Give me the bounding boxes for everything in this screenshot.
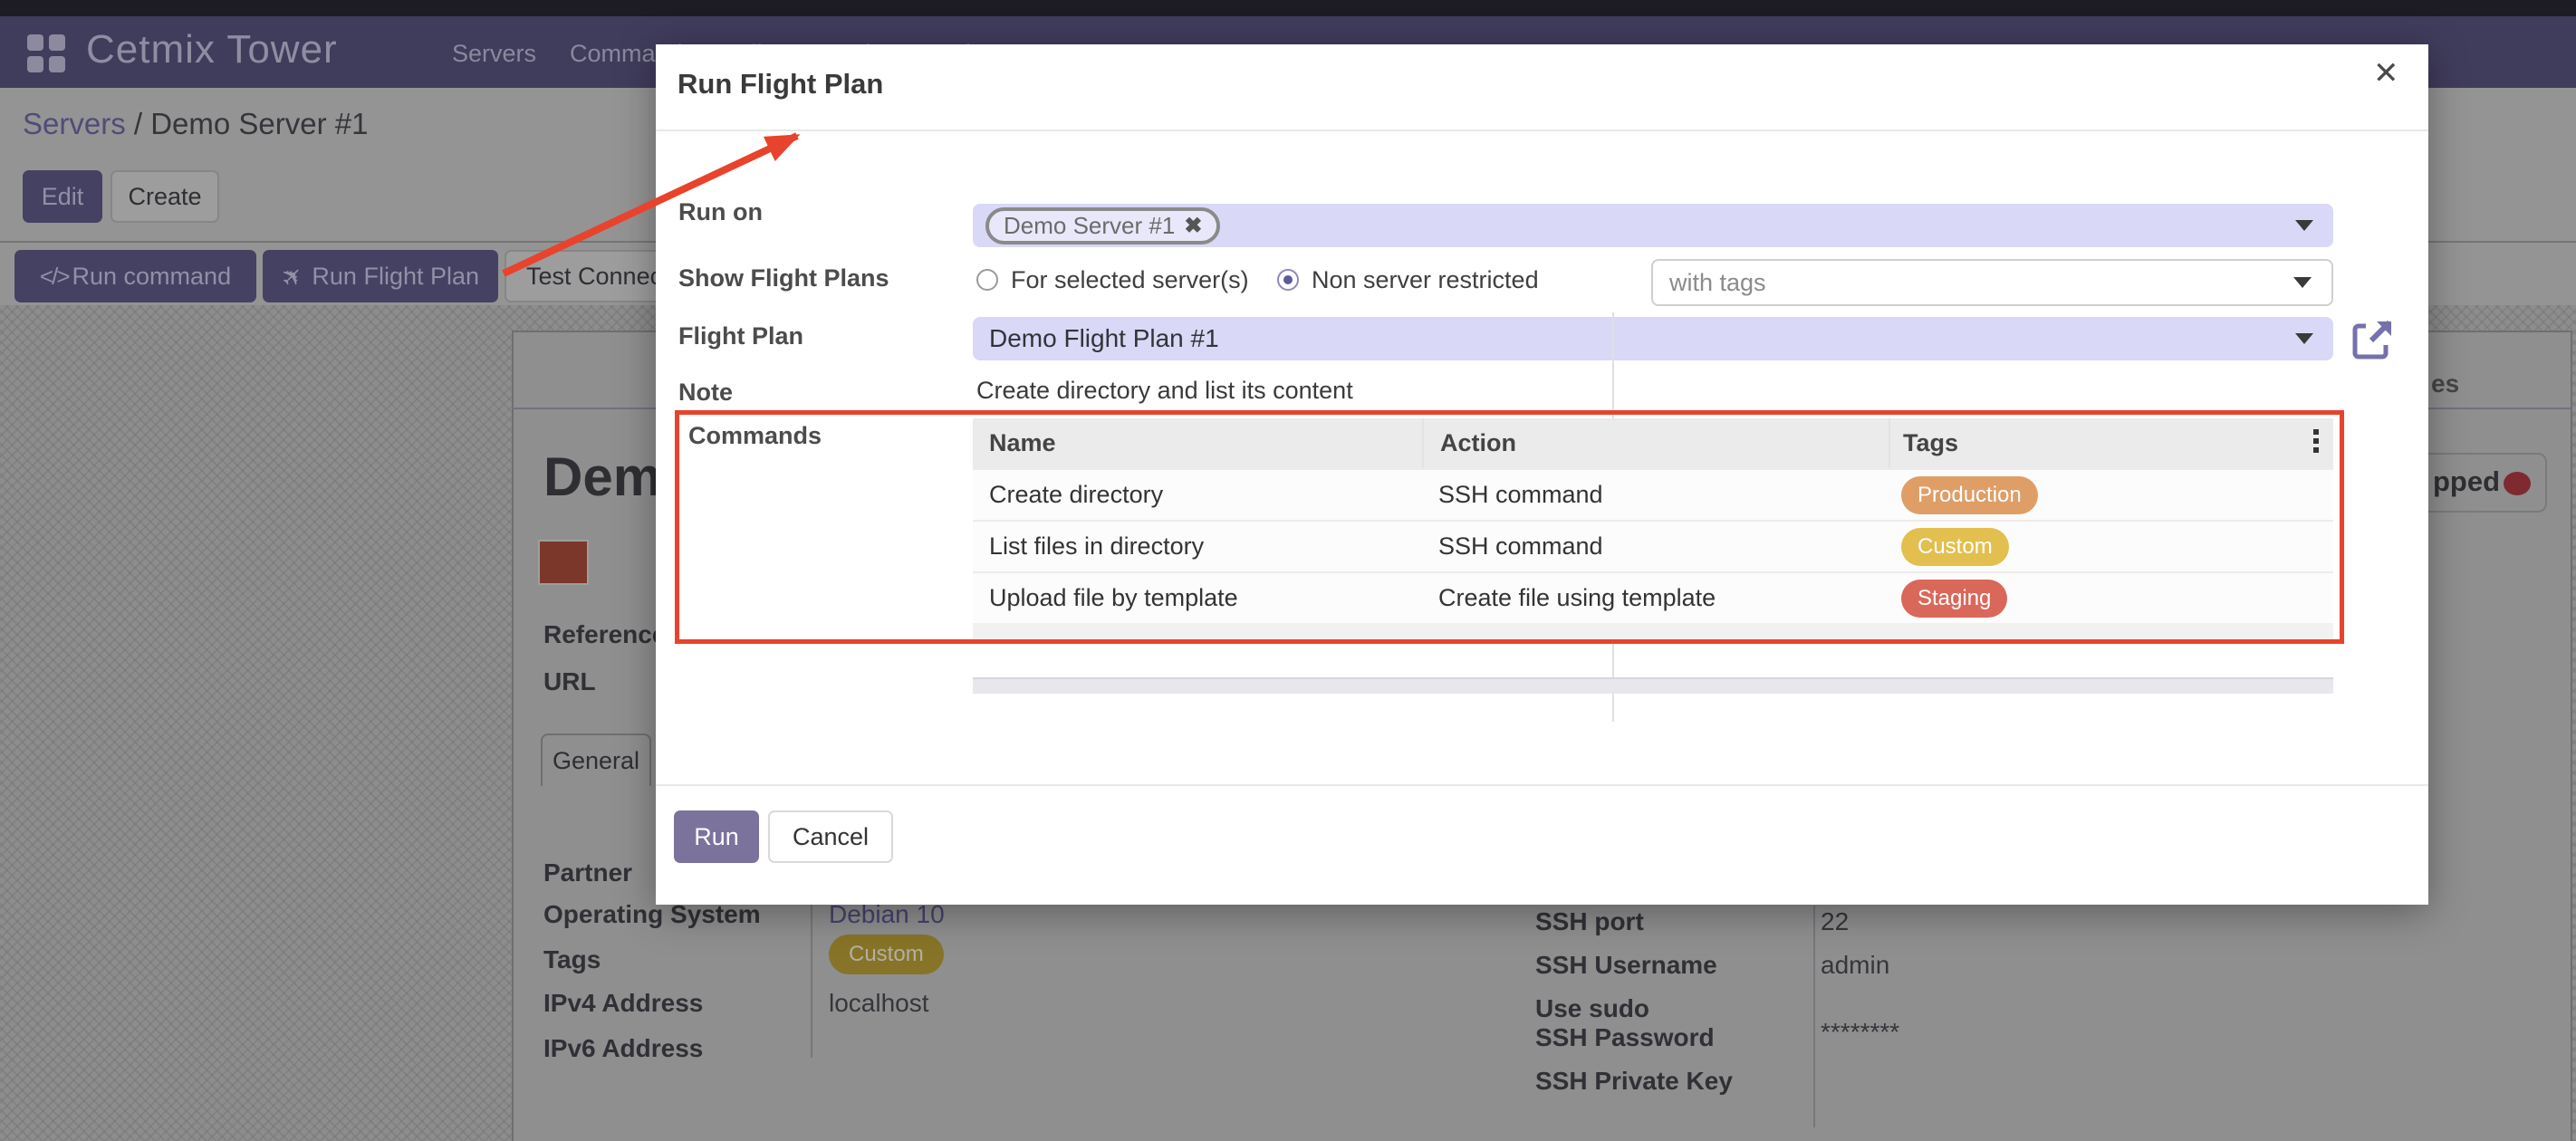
ssh-port-label: SSH port — [1535, 907, 1644, 936]
radio-non-server-restricted[interactable] — [1277, 269, 1299, 291]
external-link-icon[interactable] — [2351, 319, 2395, 360]
dropdown-caret-icon[interactable] — [2295, 220, 2313, 231]
code-icon: </> — [40, 263, 69, 291]
ipv4-value: localhost — [829, 989, 929, 1018]
ssh-password-label: SSH Password — [1535, 1023, 1715, 1052]
plane-icon: ✈ — [274, 258, 311, 294]
dropdown-caret-icon[interactable] — [2293, 277, 2312, 288]
radio-for-selected-servers-label[interactable]: For selected server(s) — [1011, 266, 1249, 294]
breadcrumb: Servers / Demo Server #1 — [23, 107, 368, 141]
breadcrumb-separator: / — [126, 107, 151, 140]
apps-grid-icon[interactable] — [27, 34, 69, 72]
tab-general[interactable]: General — [541, 734, 651, 786]
partner-label: Partner — [543, 858, 632, 887]
create-button[interactable]: Create — [111, 170, 219, 223]
horizontal-scrollbar[interactable] — [973, 677, 2333, 694]
ssh-password-value: ******** — [1821, 1018, 1899, 1047]
dialog-footer-divider — [656, 784, 2428, 786]
run-command-button[interactable]: </> Run command — [14, 250, 256, 302]
show-flight-plans-label: Show Flight Plans — [678, 264, 889, 292]
nav-item-servers[interactable]: Servers — [452, 40, 536, 68]
breadcrumb-record: Demo Server #1 — [150, 107, 368, 140]
run-flight-plan-label: Run Flight Plan — [312, 263, 479, 291]
tag-badge-custom: Custom — [829, 935, 944, 974]
ssh-username-value: admin — [1821, 951, 1889, 980]
dialog-header-divider — [656, 129, 2428, 131]
server-status-text-fragment: pped — [2433, 465, 2500, 498]
run-on-field[interactable]: Demo Server #1 ✖ — [973, 204, 2333, 247]
dropdown-caret-icon[interactable] — [2295, 333, 2313, 344]
use-sudo-label: Use sudo — [1535, 994, 1649, 1023]
tags-label: Tags — [543, 945, 601, 974]
flight-plan-field[interactable]: Demo Flight Plan #1 — [973, 317, 2333, 360]
with-tags-select[interactable]: with tags — [1651, 259, 2333, 306]
ssh-username-label: SSH Username — [1535, 951, 1717, 980]
cancel-button[interactable]: Cancel — [768, 810, 893, 863]
ipv4-label: IPv4 Address — [543, 989, 703, 1018]
radio-for-selected-servers[interactable] — [976, 269, 998, 291]
app-brand[interactable]: Cetmix Tower — [86, 27, 338, 72]
right-fields-separator — [1813, 906, 1815, 1127]
server-status-dot — [2504, 472, 2531, 495]
test-connection-button[interactable]: Test Connec — [505, 250, 668, 302]
ssh-private-key-label: SSH Private Key — [1535, 1067, 1733, 1096]
server-color-swatch[interactable] — [538, 540, 589, 585]
note-label: Note — [678, 379, 733, 407]
run-flight-plan-button[interactable]: ✈ Run Flight Plan — [263, 250, 498, 302]
run-command-label: Run command — [72, 263, 232, 291]
close-icon[interactable]: ✕ — [2373, 55, 2399, 91]
radio-non-server-restricted-label[interactable]: Non server restricted — [1312, 266, 1539, 294]
flight-plan-label: Flight Plan — [678, 322, 803, 350]
run-button[interactable]: Run — [674, 810, 759, 863]
annotation-highlight-rectangle — [675, 410, 2344, 644]
browser-top-strip — [0, 0, 2576, 16]
note-value: Create directory and list its content — [976, 377, 1353, 405]
breadcrumb-servers-link[interactable]: Servers — [23, 107, 126, 140]
stat-button-text-fragment[interactable]: es — [2431, 369, 2459, 398]
screen: Cetmix Tower Servers Commands Files Tool… — [0, 0, 2576, 1141]
with-tags-placeholder: with tags — [1669, 269, 1766, 297]
server-tag-pill[interactable]: Demo Server #1 ✖ — [985, 207, 1220, 244]
edit-button[interactable]: Edit — [23, 170, 102, 223]
ipv6-label: IPv6 Address — [543, 1034, 703, 1063]
reference-label: Reference — [543, 620, 666, 649]
ssh-port-value: 22 — [1821, 907, 1849, 936]
server-tag-label: Demo Server #1 — [1004, 212, 1175, 240]
url-label: URL — [543, 667, 596, 696]
flight-plan-value: Demo Flight Plan #1 — [989, 324, 1219, 353]
dialog-title: Run Flight Plan — [678, 68, 883, 101]
run-on-label: Run on — [678, 198, 763, 226]
remove-tag-icon[interactable]: ✖ — [1184, 213, 1202, 239]
